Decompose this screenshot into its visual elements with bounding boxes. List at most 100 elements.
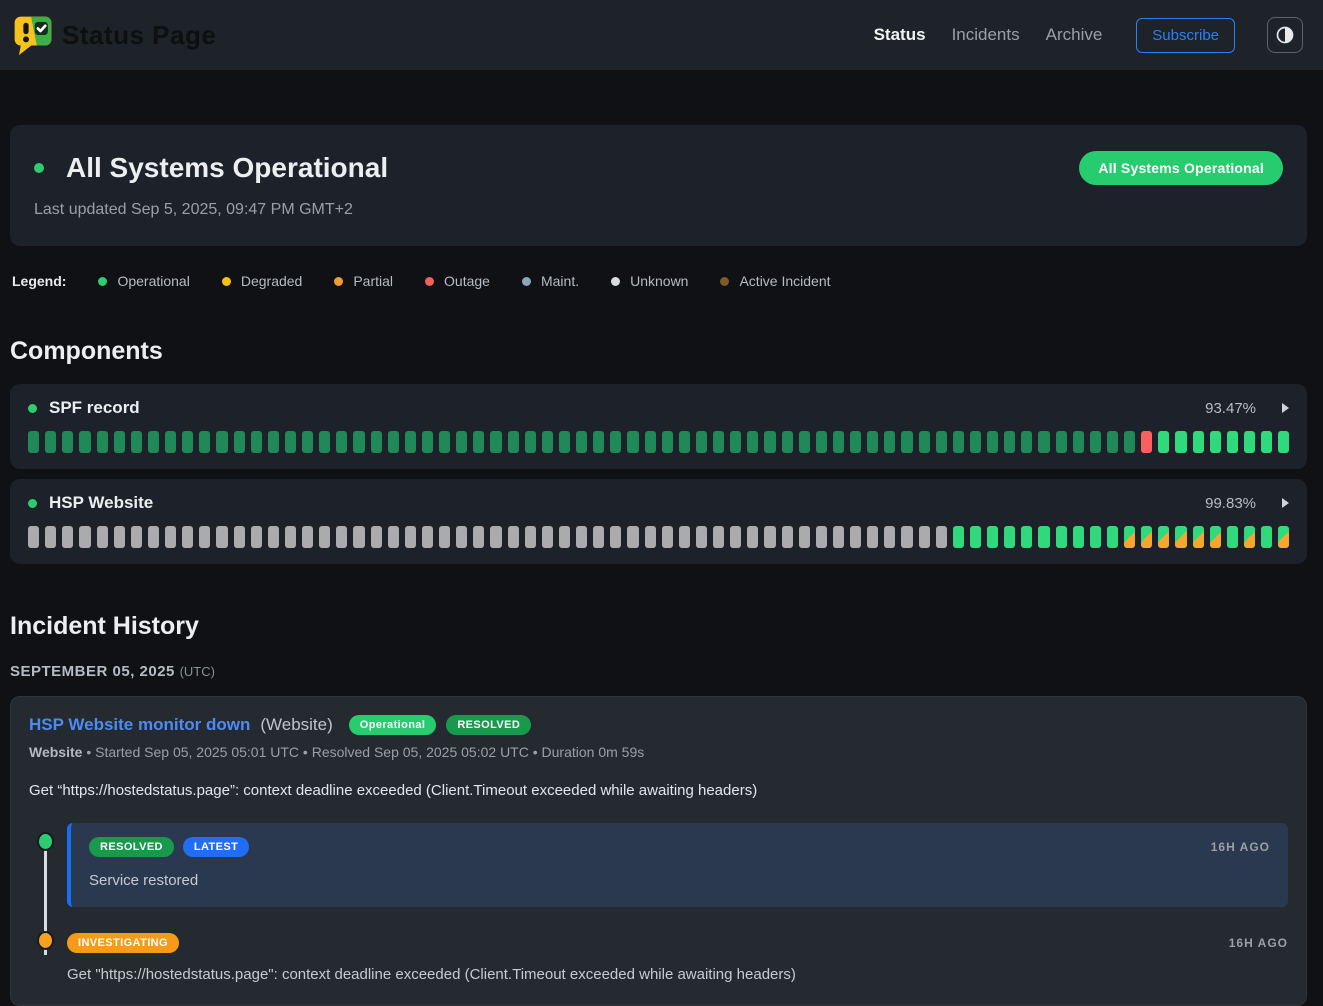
uptime-bar-operational-older[interactable]: [508, 431, 519, 453]
uptime-bar-operational[interactable]: [987, 526, 998, 548]
uptime-bar-unknown[interactable]: [679, 526, 690, 548]
uptime-bar-operational-older[interactable]: [148, 431, 159, 453]
uptime-bar-unknown[interactable]: [114, 526, 125, 548]
uptime-bar-operational-older[interactable]: [473, 431, 484, 453]
uptime-bar-operational-older[interactable]: [1056, 431, 1067, 453]
uptime-bar-operational-older[interactable]: [850, 431, 861, 453]
component-header[interactable]: SPF record 93.47%: [28, 398, 1289, 418]
uptime-bar-unknown[interactable]: [148, 526, 159, 548]
uptime-bar-operational-older[interactable]: [1124, 431, 1135, 453]
uptime-bar-operational-older[interactable]: [730, 431, 741, 453]
uptime-bar-unknown[interactable]: [422, 526, 433, 548]
uptime-bar-operational-older[interactable]: [936, 431, 947, 453]
uptime-bar-operational-older[interactable]: [302, 431, 313, 453]
uptime-bar-operational-older[interactable]: [782, 431, 793, 453]
uptime-bar-unknown[interactable]: [713, 526, 724, 548]
uptime-bar-operational-older[interactable]: [576, 431, 587, 453]
uptime-bar-unknown[interactable]: [525, 526, 536, 548]
uptime-bar-unknown[interactable]: [936, 526, 947, 548]
uptime-bar-unknown[interactable]: [730, 526, 741, 548]
uptime-bar-operational-older[interactable]: [525, 431, 536, 453]
uptime-bar-operational-older[interactable]: [884, 431, 895, 453]
uptime-bar-unknown[interactable]: [456, 526, 467, 548]
uptime-bar-unknown[interactable]: [473, 526, 484, 548]
uptime-bar-unknown[interactable]: [336, 526, 347, 548]
uptime-bar-partial[interactable]: [1141, 526, 1152, 548]
uptime-bar-unknown[interactable]: [799, 526, 810, 548]
uptime-bar-operational-older[interactable]: [199, 431, 210, 453]
brand[interactable]: Status Page hosted: [12, 13, 216, 57]
uptime-bar-unknown[interactable]: [302, 526, 313, 548]
uptime-bar-unknown[interactable]: [234, 526, 245, 548]
uptime-bar-partial[interactable]: [1124, 526, 1135, 548]
uptime-bar-operational-older[interactable]: [713, 431, 724, 453]
uptime-bar-operational-older[interactable]: [62, 431, 73, 453]
uptime-bar-unknown[interactable]: [371, 526, 382, 548]
uptime-bar-operational-older[interactable]: [388, 431, 399, 453]
uptime-bar-unknown[interactable]: [508, 526, 519, 548]
uptime-bar-operational-older[interactable]: [1073, 431, 1084, 453]
uptime-bar-operational-older[interactable]: [490, 431, 501, 453]
uptime-bar-operational-older[interactable]: [165, 431, 176, 453]
uptime-bar-unknown[interactable]: [268, 526, 279, 548]
uptime-bar-unknown[interactable]: [45, 526, 56, 548]
uptime-bar-operational-older[interactable]: [799, 431, 810, 453]
uptime-bar-operational[interactable]: [1278, 431, 1289, 453]
uptime-bar-unknown[interactable]: [662, 526, 673, 548]
uptime-bar-operational[interactable]: [970, 526, 981, 548]
uptime-bar-operational-older[interactable]: [371, 431, 382, 453]
uptime-bar-operational-older[interactable]: [234, 431, 245, 453]
uptime-bar-outage[interactable]: [1141, 431, 1152, 453]
uptime-bar-unknown[interactable]: [439, 526, 450, 548]
uptime-bar-operational-older[interactable]: [764, 431, 775, 453]
uptime-bar-operational[interactable]: [1158, 431, 1169, 453]
uptime-bar-unknown[interactable]: [627, 526, 638, 548]
uptime-bar-operational-older[interactable]: [251, 431, 262, 453]
uptime-bar-operational[interactable]: [1038, 526, 1049, 548]
uptime-bar-operational-older[interactable]: [747, 431, 758, 453]
nav-incidents[interactable]: Incidents: [952, 25, 1020, 45]
uptime-bar-unknown[interactable]: [901, 526, 912, 548]
uptime-bar-operational[interactable]: [1090, 526, 1101, 548]
uptime-bar-partial[interactable]: [1175, 526, 1186, 548]
uptime-bar-operational[interactable]: [1107, 526, 1118, 548]
uptime-bar-unknown[interactable]: [610, 526, 621, 548]
uptime-bar-operational[interactable]: [1021, 526, 1032, 548]
uptime-bar-unknown[interactable]: [131, 526, 142, 548]
uptime-bar-unknown[interactable]: [850, 526, 861, 548]
uptime-bar-unknown[interactable]: [576, 526, 587, 548]
uptime-bar-operational-older[interactable]: [131, 431, 142, 453]
uptime-bar-operational[interactable]: [1193, 431, 1204, 453]
uptime-bar-unknown[interactable]: [405, 526, 416, 548]
uptime-bar-operational-older[interactable]: [97, 431, 108, 453]
uptime-bar-unknown[interactable]: [782, 526, 793, 548]
uptime-bar-unknown[interactable]: [593, 526, 604, 548]
uptime-bar-unknown[interactable]: [62, 526, 73, 548]
uptime-bar-operational-older[interactable]: [559, 431, 570, 453]
uptime-bar-unknown[interactable]: [353, 526, 364, 548]
subscribe-button[interactable]: Subscribe: [1136, 18, 1235, 53]
uptime-bar-unknown[interactable]: [165, 526, 176, 548]
uptime-bar-operational[interactable]: [1210, 431, 1221, 453]
uptime-bar-unknown[interactable]: [28, 526, 39, 548]
uptime-bar-operational-older[interactable]: [987, 431, 998, 453]
uptime-bar-unknown[interactable]: [764, 526, 775, 548]
uptime-bar-partial[interactable]: [1244, 526, 1255, 548]
uptime-bar-operational-older[interactable]: [679, 431, 690, 453]
uptime-bar-operational[interactable]: [1227, 431, 1238, 453]
uptime-bar-operational-older[interactable]: [901, 431, 912, 453]
uptime-bar-operational-older[interactable]: [79, 431, 90, 453]
uptime-bar-operational-older[interactable]: [662, 431, 673, 453]
uptime-bar-unknown[interactable]: [251, 526, 262, 548]
uptime-bar-operational-older[interactable]: [816, 431, 827, 453]
incident-title-link[interactable]: HSP Website monitor down: [29, 715, 250, 735]
uptime-bar-operational[interactable]: [1244, 431, 1255, 453]
uptime-bar-operational-older[interactable]: [953, 431, 964, 453]
uptime-bar-operational-older[interactable]: [28, 431, 39, 453]
uptime-bar-operational-older[interactable]: [1004, 431, 1015, 453]
uptime-bar-operational-older[interactable]: [593, 431, 604, 453]
uptime-bar-unknown[interactable]: [884, 526, 895, 548]
uptime-bar-operational-older[interactable]: [182, 431, 193, 453]
uptime-bar-operational[interactable]: [1261, 431, 1272, 453]
uptime-bar-unknown[interactable]: [747, 526, 758, 548]
